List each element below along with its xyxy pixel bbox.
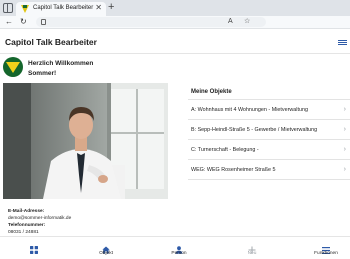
nav-neu[interactable]: Neu	[234, 237, 270, 259]
chevron-right-icon: ›	[343, 166, 346, 173]
objects-panel: Meine Objekte A: Wohnhaus mit 4 Wohnunge…	[188, 86, 350, 180]
logo-triangle-icon	[6, 62, 20, 73]
profile-photo	[3, 83, 168, 199]
hamburger-menu-icon[interactable]	[338, 40, 347, 45]
tab-title: Capitol Talk Bearbeiter	[33, 5, 94, 11]
phone-value: 08031 / 24881	[8, 230, 39, 235]
welcome-line-1: Herzlich Willkommen	[28, 60, 94, 67]
favorite-star-icon[interactable]: ☆	[244, 17, 250, 27]
welcome-section: Herzlich Willkommen Sommer!	[3, 57, 183, 81]
object-list-item[interactable]: A: Wohnhaus mit 4 Wohnungen - Mietverwal…	[188, 100, 350, 120]
object-label: WEG: WEG Rosenheimer Straße 5	[191, 167, 276, 173]
nav-dashboard[interactable]	[16, 237, 52, 259]
welcome-message: Herzlich Willkommen Sommer!	[28, 59, 93, 79]
company-logo	[3, 57, 23, 77]
nav-neu-label: Neu	[247, 251, 257, 256]
object-list-item[interactable]: C: Turnerschaft - Belegung - ›	[188, 140, 350, 160]
nav-person[interactable]: Person	[161, 237, 197, 259]
email-value: demo@sommer-informatik.de	[8, 216, 72, 221]
object-list-item[interactable]: B: Sepp-Heindl-Straße 5 - Gewerbe / Miet…	[188, 120, 350, 140]
profile-panel: E-Mail-Adresse: demo@sommer-informatik.d…	[3, 83, 168, 236]
app-header: Capitol Talk Bearbeiter	[0, 30, 350, 54]
home-icon	[102, 241, 110, 259]
browser-tab-strip: Capitol Talk Bearbeiter ✕ +	[0, 0, 350, 16]
phone-label: Telefonnummer:	[8, 223, 46, 228]
bottom-navigation: Objekt Person Neu Funktionen	[0, 236, 350, 259]
person-icon	[175, 241, 183, 259]
site-favicon-icon	[21, 5, 29, 13]
nav-funktionen-label: Funktionen	[314, 251, 338, 256]
new-tab-button[interactable]: +	[108, 1, 114, 13]
back-icon[interactable]: ←	[5, 17, 13, 27]
object-label: C: Turnerschaft - Belegung -	[191, 147, 259, 153]
tab-close-icon[interactable]: ✕	[95, 3, 102, 13]
object-label: A: Wohnhaus mit 4 Wohnungen - Mietverwal…	[191, 107, 308, 113]
contact-info: E-Mail-Adresse: demo@sommer-informatik.d…	[8, 208, 71, 236]
email-label: E-Mail-Adresse:	[8, 209, 45, 214]
tab-actions-icon[interactable]	[3, 3, 13, 13]
grid-icon	[30, 241, 38, 259]
objects-heading: Meine Objekte	[188, 86, 350, 100]
page-title: Capitol Talk Bearbeiter	[5, 37, 97, 47]
object-label: B: Sepp-Heindl-Straße 5 - Gewerbe / Miet…	[191, 127, 318, 133]
welcome-line-2: Sommer!	[28, 70, 57, 77]
menu-icon	[322, 241, 330, 259]
read-aloud-icon[interactable]: A	[228, 17, 233, 27]
object-list-item[interactable]: WEG: WEG Rosenheimer Straße 5 ›	[188, 160, 350, 180]
browser-toolbar: ← ↻ A ☆	[0, 16, 350, 29]
nav-objekt-label: Objekt	[99, 251, 113, 256]
site-info-icon[interactable]	[41, 19, 46, 25]
chevron-right-icon: ›	[343, 106, 346, 113]
reload-icon[interactable]: ↻	[20, 17, 27, 27]
plus-icon	[248, 241, 256, 259]
nav-funktionen[interactable]: Funktionen	[306, 237, 346, 259]
chevron-right-icon: ›	[343, 126, 346, 133]
nav-person-label: Person	[171, 251, 187, 256]
browser-tab[interactable]: Capitol Talk Bearbeiter ✕	[16, 2, 106, 16]
chevron-right-icon: ›	[343, 146, 346, 153]
nav-objekt[interactable]: Objekt	[88, 237, 124, 259]
